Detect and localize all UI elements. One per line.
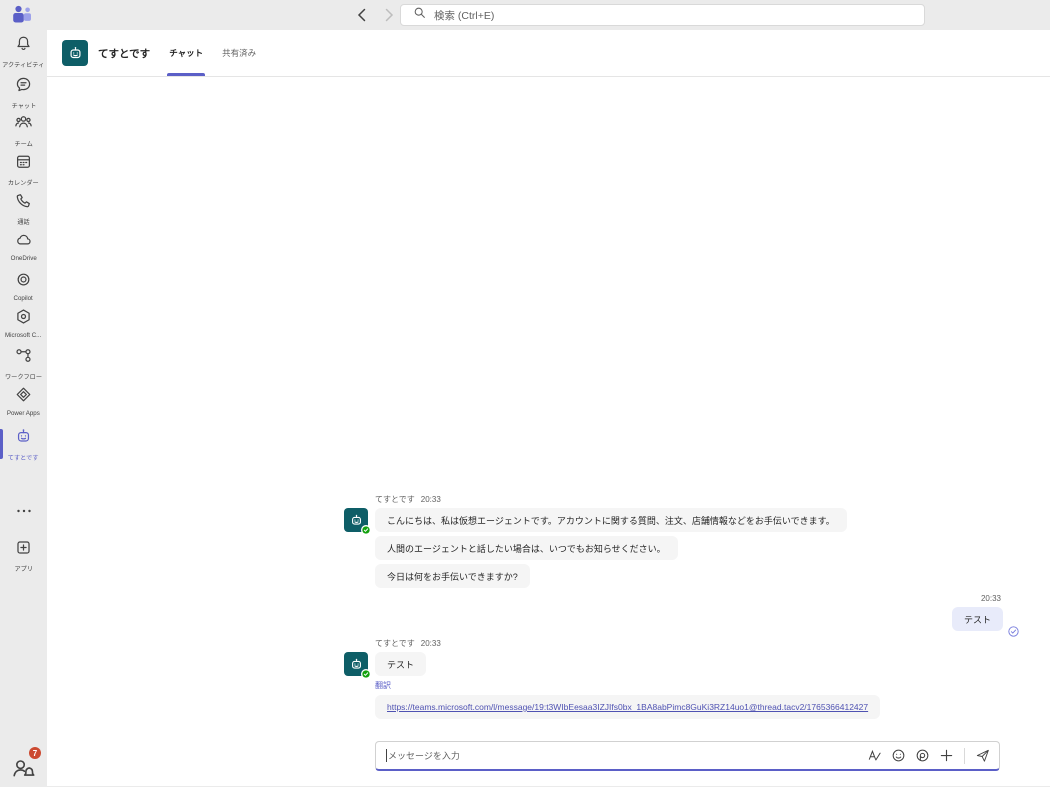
search-icon — [413, 6, 426, 24]
divider — [964, 748, 965, 764]
message-meta: てすとです 20:33 — [344, 638, 880, 649]
sidebar-item-copilot[interactable]: Copilot — [0, 270, 47, 302]
bell-icon — [14, 34, 33, 58]
bot-message-bubble[interactable]: こんにちは、私は仮想エージェントです。アカウントに関する質問、注文、店舗情報など… — [375, 508, 847, 532]
sidebar-item-label: チャット — [11, 100, 36, 110]
copilot-icon — [14, 270, 33, 294]
sidebar-item-power-apps[interactable]: Power Apps — [0, 385, 47, 417]
sidebar-item-label: Copilot — [14, 295, 33, 302]
more-apps-button[interactable] — [0, 502, 47, 520]
tab-shared[interactable]: 共有済み — [222, 30, 256, 76]
calendar-icon — [14, 152, 33, 176]
send-icon[interactable] — [974, 747, 991, 764]
teams-logo-icon[interactable] — [10, 3, 34, 27]
message-time: 20:33 — [981, 594, 1001, 603]
chat-bubble-icon — [14, 75, 33, 99]
people-icon — [14, 113, 33, 137]
text-caret — [386, 749, 387, 762]
sidebar-item-label: OneDrive — [10, 255, 36, 262]
sidebar-item-label: ワークフロー — [5, 371, 42, 381]
bot-avatar[interactable] — [62, 40, 88, 66]
message-meta: てすとです 20:33 — [344, 494, 847, 505]
translate-link[interactable]: 翻訳 — [375, 680, 391, 691]
search-placeholder: 検索 (Ctrl+E) — [434, 8, 494, 23]
sidebar-item-label: てすとです — [8, 452, 39, 462]
chat-title: てすとです — [98, 46, 150, 61]
sidebar-item-label: Microsoft C... — [5, 332, 41, 339]
hexagon-app-icon — [14, 307, 33, 331]
format-icon[interactable] — [866, 747, 883, 764]
sender-name: てすとです — [375, 495, 415, 504]
phone-icon — [14, 191, 33, 215]
sidebar-item-label: 通話 — [17, 216, 29, 226]
presence-available-icon — [361, 525, 371, 535]
message-time: 20:33 — [421, 639, 441, 648]
bot-message-bubble[interactable]: テスト — [375, 652, 426, 676]
message-input-placeholder: メッセージを入力 — [388, 749, 866, 762]
bot-message-bubble[interactable]: 人間のエージェントと話したい場合は、いつでもお知らせください。 — [375, 536, 678, 560]
active-indicator — [0, 429, 3, 459]
bot-icon — [14, 427, 33, 451]
sidebar-item-label: カレンダー — [8, 177, 39, 187]
sidebar-item-label: Power Apps — [7, 410, 40, 417]
workflow-icon — [14, 346, 33, 370]
bot-message-bubble: https://teams.microsoft.com/l/message/19… — [375, 695, 880, 719]
search-input[interactable]: 検索 (Ctrl+E) — [400, 4, 925, 26]
sidebar-item-calendar[interactable]: カレンダー — [0, 152, 47, 187]
power-apps-icon — [14, 385, 33, 409]
sidebar-item-calls[interactable]: 通話 — [0, 191, 47, 226]
tab-chat[interactable]: チャット — [169, 30, 203, 76]
loop-component-icon[interactable] — [914, 747, 931, 764]
sender-name: てすとです — [375, 639, 415, 648]
self-message-bubble[interactable]: テスト — [952, 607, 1003, 631]
sidebar-item-chat[interactable]: チャット — [0, 75, 47, 110]
message-link[interactable]: https://teams.microsoft.com/l/message/19… — [387, 702, 868, 712]
read-receipt-icon — [1008, 624, 1019, 635]
app-rail: アクティビティ チャット チーム カレンダー 通話 OneDrive — [0, 30, 47, 786]
sidebar-item-workflows[interactable]: ワークフロー — [0, 346, 47, 381]
chat-pane: てすとです チャット 共有済み てすとです 20:33 こんにちは、私は仮想エージ… — [47, 30, 1050, 786]
self-message-group: 20:33 テスト — [952, 594, 1003, 631]
sidebar-item-onedrive[interactable]: OneDrive — [0, 230, 47, 262]
sidebar-item-test-bot[interactable]: てすとです — [0, 427, 47, 462]
sidebar-item-label: チーム — [14, 138, 32, 148]
ellipsis-icon — [16, 502, 32, 520]
bot-message-bubble[interactable]: 今日は何をお手伝いできますか? — [375, 564, 530, 588]
sidebar-item-label: アプリ — [14, 563, 33, 573]
bot-avatar[interactable] — [344, 508, 368, 532]
apps-plus-icon — [14, 538, 33, 562]
message-input-box[interactable]: メッセージを入力 — [375, 741, 1000, 771]
back-arrow-icon[interactable] — [352, 4, 370, 26]
sidebar-item-activity[interactable]: アクティビティ — [0, 34, 47, 69]
sidebar-item-apps[interactable]: アプリ — [0, 538, 47, 573]
sidebar-item-label: アクティビティ — [2, 59, 44, 69]
presence-available-icon — [361, 669, 371, 679]
attach-plus-icon[interactable] — [938, 747, 955, 764]
bot-message-group-2: てすとです 20:33 テスト 翻訳 https://teams.microsof… — [344, 638, 880, 719]
bot-message-group-1: てすとです 20:33 こんにちは、私は仮想エージェントです。アカウントに関する質… — [344, 494, 847, 588]
cloud-icon — [14, 230, 33, 254]
emoji-icon[interactable] — [890, 747, 907, 764]
sidebar-item-microsoft-copilot[interactable]: Microsoft C... — [0, 307, 47, 339]
sidebar-item-teams[interactable]: チーム — [0, 113, 47, 148]
bot-avatar[interactable] — [344, 652, 368, 676]
chat-header: てすとです チャット 共有済み — [47, 30, 1050, 77]
invite-people-button[interactable]: 7 — [9, 752, 39, 780]
notification-badge: 7 — [29, 747, 41, 759]
top-bar: 検索 (Ctrl+E) — [0, 0, 1050, 30]
forward-arrow-icon[interactable] — [380, 4, 398, 26]
message-time: 20:33 — [421, 495, 441, 504]
